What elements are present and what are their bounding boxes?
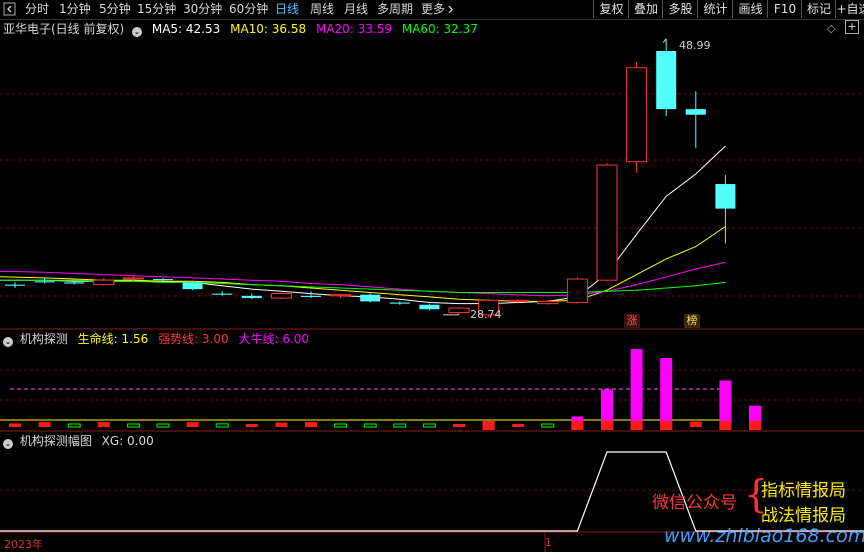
candle-body xyxy=(301,295,321,297)
candle-body xyxy=(566,278,588,304)
indicator-bar xyxy=(453,424,465,427)
ranking-badge[interactable]: 榜 xyxy=(684,314,700,328)
indicator-bar-base xyxy=(571,421,584,430)
candle-body xyxy=(270,293,292,299)
indicator-bar xyxy=(156,423,170,428)
indicator2-header: ⌄ 机构探测幅图 XG: 0.00 xyxy=(0,433,160,449)
indicator-bar xyxy=(363,423,377,428)
indicator-bar-base xyxy=(719,421,732,430)
candle-body xyxy=(5,284,25,286)
indicator-bar xyxy=(9,423,21,427)
candle-body xyxy=(122,277,144,280)
wechat-label: 微信公众号 xyxy=(652,493,737,513)
indicator2-title[interactable]: 机构探测幅图 xyxy=(20,434,92,448)
indicator-bar xyxy=(305,422,317,427)
indicator-bar xyxy=(512,424,525,427)
chart-canvas[interactable]: 48.99 28.74 xyxy=(0,0,864,552)
indicator1-header: ⌄ 机构探测 生命线: 1.56 强势线: 3.00 大牛线: 6.00 xyxy=(0,331,315,347)
candle-body xyxy=(448,307,470,314)
high-price-label: 48.99 xyxy=(679,39,711,52)
indicator-bar-base xyxy=(601,421,613,430)
indicator-bar-base xyxy=(482,421,495,430)
indicator-bar xyxy=(67,423,81,428)
candle-body xyxy=(537,300,559,305)
candle-body xyxy=(241,295,262,299)
candle-body xyxy=(153,279,173,281)
candle-body xyxy=(389,302,410,304)
watermark-line2: 战法情报局 xyxy=(761,506,846,526)
candle-body xyxy=(182,282,203,290)
watermark-line1: 指标情报局 xyxy=(761,481,846,501)
candle-body xyxy=(212,293,233,295)
indicator-bar xyxy=(334,423,348,428)
indicator-bar xyxy=(541,423,555,428)
indicator-bar xyxy=(245,424,258,427)
limit-up-badge[interactable]: 涨 xyxy=(624,314,640,328)
candle-body xyxy=(596,164,618,281)
candle-body xyxy=(34,281,55,283)
life-line-legend: 生命线: 1.56 xyxy=(77,332,149,346)
candle-body xyxy=(507,299,529,302)
xg-legend: XG: 0.00 xyxy=(101,434,154,448)
indicator-bar-base xyxy=(749,421,761,430)
indicator-bar xyxy=(186,422,199,427)
indicator-bar xyxy=(97,422,110,427)
watermark-url: www.zhibiao168.com xyxy=(664,525,864,547)
indicator-bar xyxy=(38,422,51,427)
indicator-bar xyxy=(422,423,436,428)
candle-body xyxy=(360,294,381,302)
candle-body xyxy=(656,51,677,110)
indicator1-title[interactable]: 机构探测 xyxy=(20,332,68,346)
low-price-label: 28.74 xyxy=(470,308,502,321)
indicator-bar xyxy=(660,358,673,430)
settings-dot-icon[interactable]: ⌄ xyxy=(3,337,13,347)
indicator-bar xyxy=(215,423,229,428)
indicator-bar xyxy=(630,349,643,430)
indicator-bar xyxy=(275,422,288,427)
candle-body xyxy=(685,109,706,115)
year-label: 2023年 xyxy=(4,538,43,551)
period-marker-label: 1 xyxy=(545,536,552,549)
settings-dot-icon[interactable]: ⌄ xyxy=(3,439,13,449)
strong-line-legend: 强势线: 3.00 xyxy=(158,332,229,346)
candle-body xyxy=(93,279,115,286)
candle-body xyxy=(64,282,85,284)
candle-body xyxy=(419,304,440,310)
candle-body xyxy=(330,294,352,297)
candle-body xyxy=(626,67,648,163)
indicator-bar-base xyxy=(660,421,673,430)
indicator-bar-base xyxy=(630,421,643,430)
indicator-bar xyxy=(689,421,702,427)
bull-line-legend: 大牛线: 6.00 xyxy=(238,332,310,346)
indicator-bar xyxy=(393,423,407,428)
candle-body xyxy=(715,184,736,209)
indicator-bar xyxy=(126,423,140,428)
